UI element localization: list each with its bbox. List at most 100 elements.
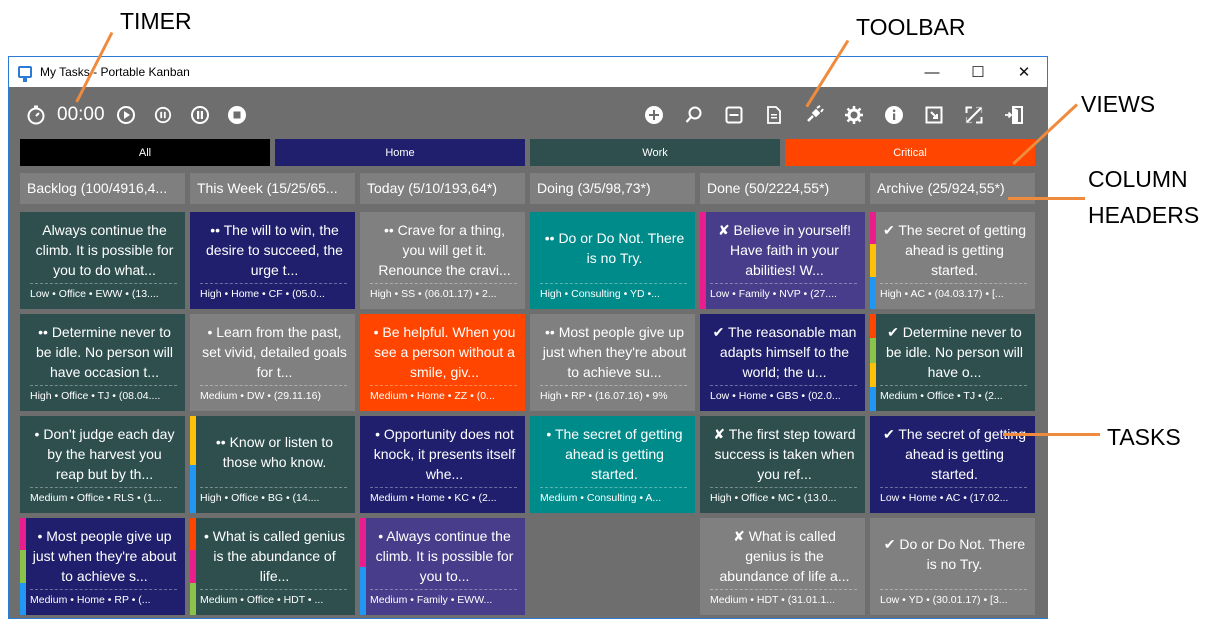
task-card[interactable]: ✘ The first step toward success is taken… bbox=[700, 416, 865, 513]
info-icon[interactable] bbox=[883, 104, 905, 126]
close-button[interactable]: ✕ bbox=[1001, 57, 1047, 87]
window-controls: — ☐ ✕ bbox=[909, 57, 1047, 87]
view-tab-home[interactable]: Home bbox=[275, 139, 525, 166]
task-card[interactable]: ✔ Determine never to be idle. No person … bbox=[870, 314, 1035, 411]
task-meta: High • Home • CF • (05.0... bbox=[200, 283, 347, 303]
fullscreen-icon[interactable] bbox=[963, 104, 985, 126]
task-card[interactable]: ✔ The secret of getting ahead is getting… bbox=[870, 416, 1035, 513]
task-meta: Medium • Home • KC • (2... bbox=[370, 487, 517, 507]
view-tab-critical[interactable]: Critical bbox=[785, 139, 1035, 166]
save-icon[interactable] bbox=[723, 104, 745, 126]
task-text: ✘ Believe in yourself! Have faith in you… bbox=[717, 222, 852, 278]
task-meta: Medium • Home • ZZ • (0... bbox=[370, 385, 517, 405]
callout-column-headers-1: COLUMN bbox=[1088, 166, 1188, 192]
timer-controls: 00:00 bbox=[25, 104, 263, 126]
task-meta: Low • Family • NVP • (27.... bbox=[710, 283, 857, 303]
kanban-column: Done (50/2224,55*) ✘ Believe in yourself!… bbox=[700, 173, 865, 620]
task-text: • Opportunity does not knock, it present… bbox=[373, 426, 516, 482]
task-card[interactable]: • Opportunity does not knock, it present… bbox=[360, 416, 525, 513]
stop-icon[interactable] bbox=[226, 104, 248, 126]
task-card[interactable]: •• Determine never to be idle. No person… bbox=[20, 314, 185, 411]
task-meta: Low • YD • (30.01.17) • [3... bbox=[880, 589, 1027, 609]
callout-timer: TIMER bbox=[120, 8, 192, 34]
play-icon[interactable] bbox=[115, 104, 137, 126]
view-tab-work[interactable]: Work bbox=[530, 139, 780, 166]
task-text: •• The will to win, the desire to succee… bbox=[206, 222, 343, 278]
task-card[interactable]: •• Know or listen to those who know. High… bbox=[190, 416, 355, 513]
task-text: •• Crave for a thing, you will get it. R… bbox=[378, 222, 511, 278]
task-meta: Medium • HDT • (31.01.1... bbox=[710, 589, 857, 609]
kanban-column: This Week (15/25/65... •• The will to win… bbox=[190, 173, 355, 620]
column-header[interactable]: This Week (15/25/65... bbox=[190, 173, 355, 204]
app-icon bbox=[18, 66, 32, 82]
task-meta: Low • Home • AC • (17.02... bbox=[880, 487, 1027, 507]
task-card[interactable]: ✔ Do or Do Not. There is no Try. Low • YD… bbox=[870, 518, 1035, 615]
task-meta: Low • Home • GBS • (02.0... bbox=[710, 385, 857, 405]
kanban-column: Today (5/10/193,64*) •• Crave for a thing… bbox=[360, 173, 525, 620]
task-card[interactable]: •• Do or Do Not. There is no Try. High • … bbox=[530, 212, 695, 309]
task-meta: Low • Office • EWW • (13.... bbox=[30, 283, 177, 303]
exit-icon[interactable] bbox=[1003, 104, 1025, 126]
task-text: • Don't judge each day by the harvest yo… bbox=[34, 426, 175, 482]
task-text: ✔ The secret of getting ahead is getting… bbox=[883, 222, 1026, 278]
tag-color-stripe bbox=[700, 212, 706, 309]
task-card[interactable]: Always continue the climb. It is possibl… bbox=[20, 212, 185, 309]
task-text: • Most people give up just when they're … bbox=[32, 528, 177, 584]
stopwatch-icon[interactable] bbox=[25, 104, 47, 126]
task-text: •• Determine never to be idle. No person… bbox=[36, 324, 173, 380]
document-icon[interactable] bbox=[763, 104, 785, 126]
minimize-button[interactable]: — bbox=[909, 57, 955, 87]
task-meta: Medium • Office • HDT • ... bbox=[200, 589, 347, 609]
task-card[interactable]: • Most people give up just when they're … bbox=[20, 518, 185, 615]
minimize-to-tray-icon[interactable] bbox=[923, 104, 945, 126]
gear-icon[interactable] bbox=[843, 104, 865, 126]
task-meta: High • Office • BG • (14.... bbox=[200, 487, 347, 507]
column-header[interactable]: Done (50/2224,55*) bbox=[700, 173, 865, 204]
pause-icon[interactable] bbox=[189, 104, 211, 126]
task-text: ✘ What is called genius is the abundance… bbox=[719, 528, 850, 584]
view-tab-all[interactable]: All bbox=[20, 139, 270, 166]
callout-arrow-column-headers bbox=[1008, 197, 1085, 200]
step-icon[interactable] bbox=[152, 104, 174, 126]
search-icon[interactable] bbox=[683, 104, 705, 126]
task-meta: High • Office • MC • (13.0... bbox=[710, 487, 857, 507]
task-card[interactable]: • The secret of getting ahead is getting… bbox=[530, 416, 695, 513]
task-meta: High • SS • (06.01.17) • 2... bbox=[370, 283, 517, 303]
task-card[interactable]: ✔ The secret of getting ahead is getting… bbox=[870, 212, 1035, 309]
task-card[interactable]: ✘ Believe in yourself! Have faith in you… bbox=[700, 212, 865, 309]
task-meta: High • RP • (16.07.16) • 9% bbox=[540, 385, 687, 405]
column-header[interactable]: Doing (3/5/98,73*) bbox=[530, 173, 695, 204]
timer-display: 00:00 bbox=[57, 104, 105, 125]
title-bar: My Tasks - Portable Kanban — ☐ ✕ bbox=[9, 57, 1047, 87]
column-header[interactable]: Today (5/10/193,64*) bbox=[360, 173, 525, 204]
task-card[interactable]: • Always continue the climb. It is possi… bbox=[360, 518, 525, 615]
task-card[interactable]: •• Most people give up just when they're… bbox=[530, 314, 695, 411]
callout-views: VIEWS bbox=[1081, 91, 1156, 117]
task-card[interactable]: • Learn from the past, set vivid, detail… bbox=[190, 314, 355, 411]
kanban-column: Doing (3/5/98,73*) •• Do or Do Not. There… bbox=[530, 173, 695, 620]
plugin-icon[interactable] bbox=[803, 104, 825, 126]
task-card[interactable]: ✔ The reasonable man adapts himself to t… bbox=[700, 314, 865, 411]
task-card[interactable]: • Don't judge each day by the harvest yo… bbox=[20, 416, 185, 513]
task-card[interactable]: ✘ What is called genius is the abundance… bbox=[700, 518, 865, 615]
tag-color-stripe bbox=[190, 518, 196, 615]
task-meta: Medium • Family • EWW... bbox=[370, 589, 517, 609]
task-card[interactable]: •• The will to win, the desire to succee… bbox=[190, 212, 355, 309]
toolbar: 00:00 bbox=[9, 87, 1047, 147]
task-card[interactable]: • Be helpful. When you see a person with… bbox=[360, 314, 525, 411]
callout-arrow-tasks bbox=[1003, 433, 1100, 436]
task-meta: High • AC • (04.03.17) • [... bbox=[880, 283, 1027, 303]
task-meta: Medium • Office • RLS • (1... bbox=[30, 487, 177, 507]
callout-toolbar: TOOLBAR bbox=[856, 14, 966, 40]
maximize-button[interactable]: ☐ bbox=[955, 57, 1001, 87]
task-text: • Learn from the past, set vivid, detail… bbox=[202, 324, 347, 380]
column-header[interactable]: Backlog (100/4916,4... bbox=[20, 173, 185, 204]
task-card[interactable]: • What is called genius is the abundance… bbox=[190, 518, 355, 615]
callout-tasks: TASKS bbox=[1107, 424, 1181, 450]
task-text: • Be helpful. When you see a person with… bbox=[373, 324, 516, 380]
task-card[interactable]: •• Crave for a thing, you will get it. R… bbox=[360, 212, 525, 309]
views-bar: All Home Work Critical bbox=[20, 139, 1040, 166]
add-icon[interactable] bbox=[643, 104, 665, 126]
task-meta: High • Consulting • YD •... bbox=[540, 283, 687, 303]
tag-color-stripe bbox=[190, 416, 196, 513]
